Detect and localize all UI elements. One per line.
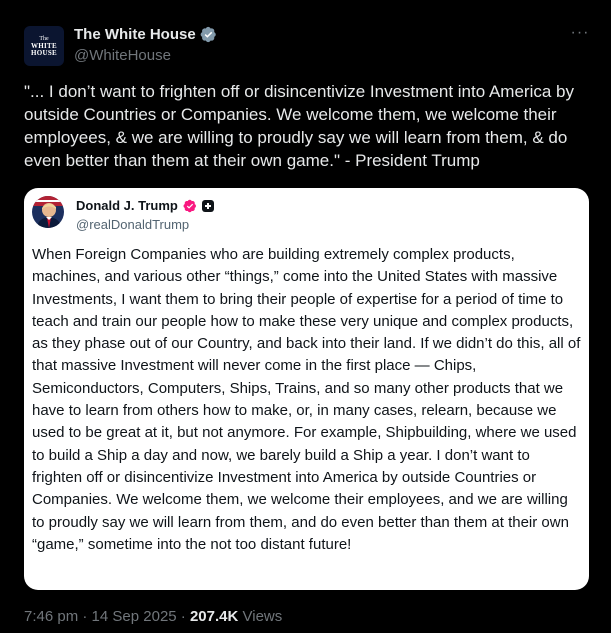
quote-author-display-name[interactable]: Donald J. Trump [76,198,178,213]
more-options-icon[interactable]: ··· [570,25,590,46]
pink-verified-badge-icon [183,199,196,212]
quote-author-handle[interactable]: @realDonaldTrump [76,217,189,232]
white-house-avatar[interactable]: The WHITE HOUSE [24,26,64,66]
views-count: 207.4K [189,608,239,625]
author-display-name[interactable]: The White House [74,26,196,43]
quote-author-name-row: Donald J. Trump [76,198,214,213]
post-date[interactable]: 14 Sep 2025 [92,608,177,625]
quoted-post-text: When Foreign Companies who are building … [32,246,585,553]
avatar-text-line-3: HOUSE [30,48,57,57]
author-handle[interactable]: @WhiteHouse [74,47,171,64]
trump-avatar[interactable] [32,196,64,228]
affiliate-badge-icon [201,199,214,212]
quoted-post-card[interactable]: Donald J. Trump @realDonaldTrump When Fo… [24,188,589,590]
trump-avatar-image [32,196,64,228]
author-name-row: The White House [74,26,217,43]
meta-separator: · [82,608,88,625]
meta-separator-2: · [180,608,186,625]
post-time[interactable]: 7:46 pm [24,608,78,625]
views-label: Views [242,608,283,625]
post-text: "... I don’t want to frighten off or dis… [24,82,579,170]
gray-verified-badge-icon [200,26,216,43]
post-meta: 7:46 pm · 14 Sep 2025 · 207.4K Views [24,608,282,625]
post: The WHITE HOUSE The White House @WhiteHo… [0,0,611,633]
